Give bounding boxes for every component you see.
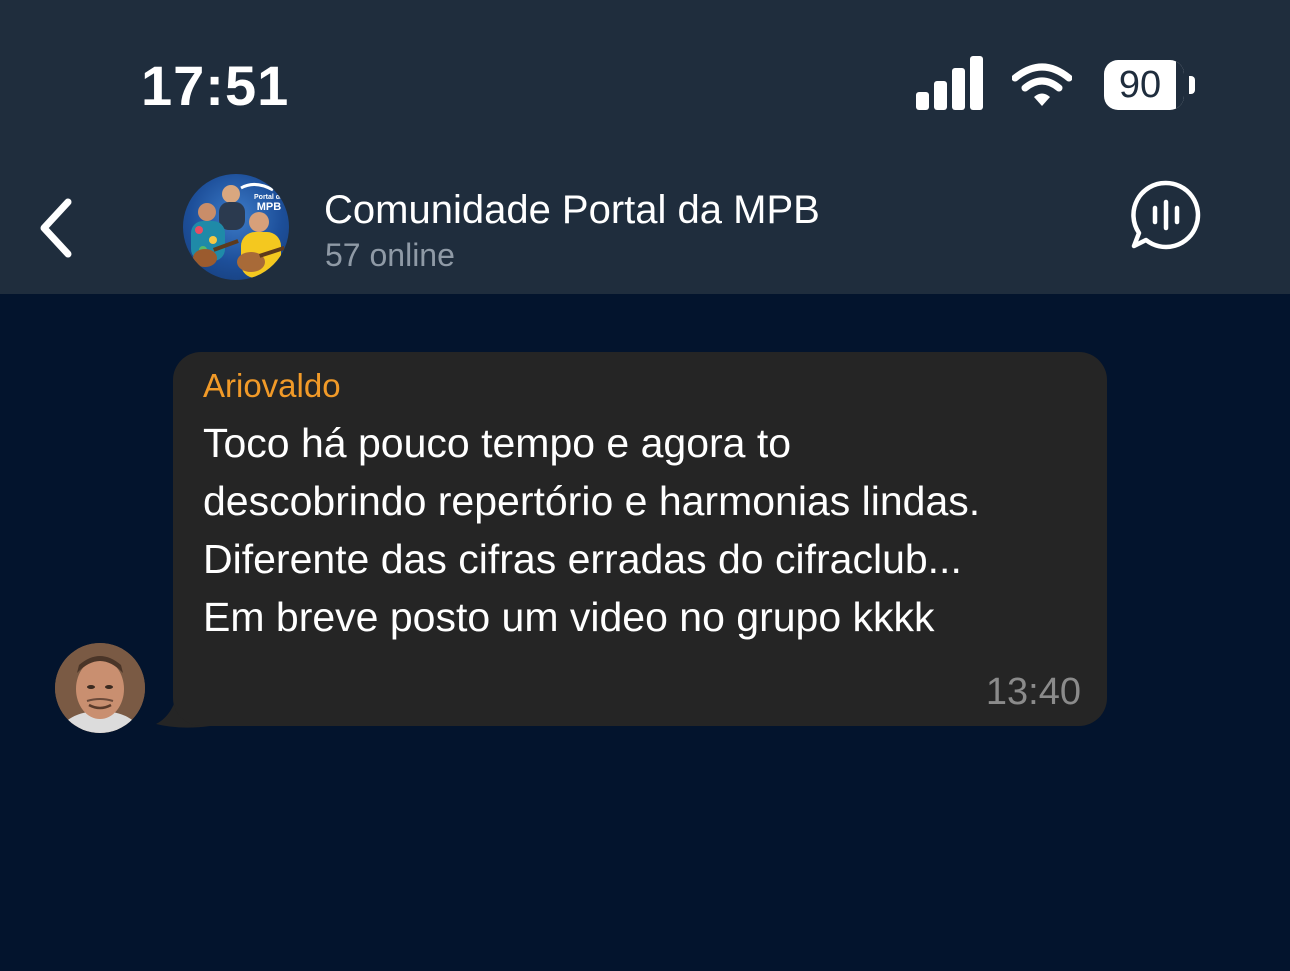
battery-icon: 90 [1104, 60, 1200, 112]
online-count: 57 online [325, 237, 455, 273]
battery-level: 90 [1118, 64, 1162, 106]
voice-chat-button[interactable] [1128, 178, 1204, 254]
message-line: Diferente das cifras erradas do cifraclu… [203, 536, 962, 582]
wifi-icon [1012, 63, 1072, 106]
signal-icon [916, 56, 983, 110]
message-timestamp: 13:40 [985, 671, 1081, 713]
sender-avatar-image [55, 643, 145, 733]
status-icons: 90 [912, 52, 1212, 116]
avatar-logo-line-1: Portal da [254, 194, 284, 201]
battery-body: 90 [1104, 60, 1184, 110]
back-button[interactable] [22, 188, 92, 268]
status-time: 17:51 [141, 54, 290, 117]
message-text: Toco há pouco tempo e agora to descobrin… [203, 414, 1083, 646]
battery-empty-area [1176, 60, 1184, 110]
group-avatar[interactable]: Portal da MPB [183, 174, 289, 280]
sender-name[interactable]: Ariovaldo [203, 366, 341, 406]
battery-tip [1189, 76, 1195, 94]
top-bar: 17:51 90 Portal da MPB Comunidade Portal… [0, 0, 1290, 294]
sender-avatar[interactable] [55, 643, 145, 733]
message-line: descobrindo repertório e harmonias linda… [203, 478, 981, 524]
avatar-logo-line-2: MPB [257, 201, 282, 213]
voice-chat-icon [1131, 180, 1201, 250]
message-line: Em breve posto um video no grupo kkkk [203, 594, 935, 640]
message-line: Toco há pouco tempo e agora to [203, 420, 792, 466]
chat-title[interactable]: Comunidade Portal da MPB [324, 186, 820, 234]
chevron-left-icon [40, 198, 72, 258]
group-avatar-image: Portal da MPB [191, 183, 285, 278]
message-bubble[interactable]: Ariovaldo Toco há pouco tempo e agora to… [173, 352, 1107, 726]
